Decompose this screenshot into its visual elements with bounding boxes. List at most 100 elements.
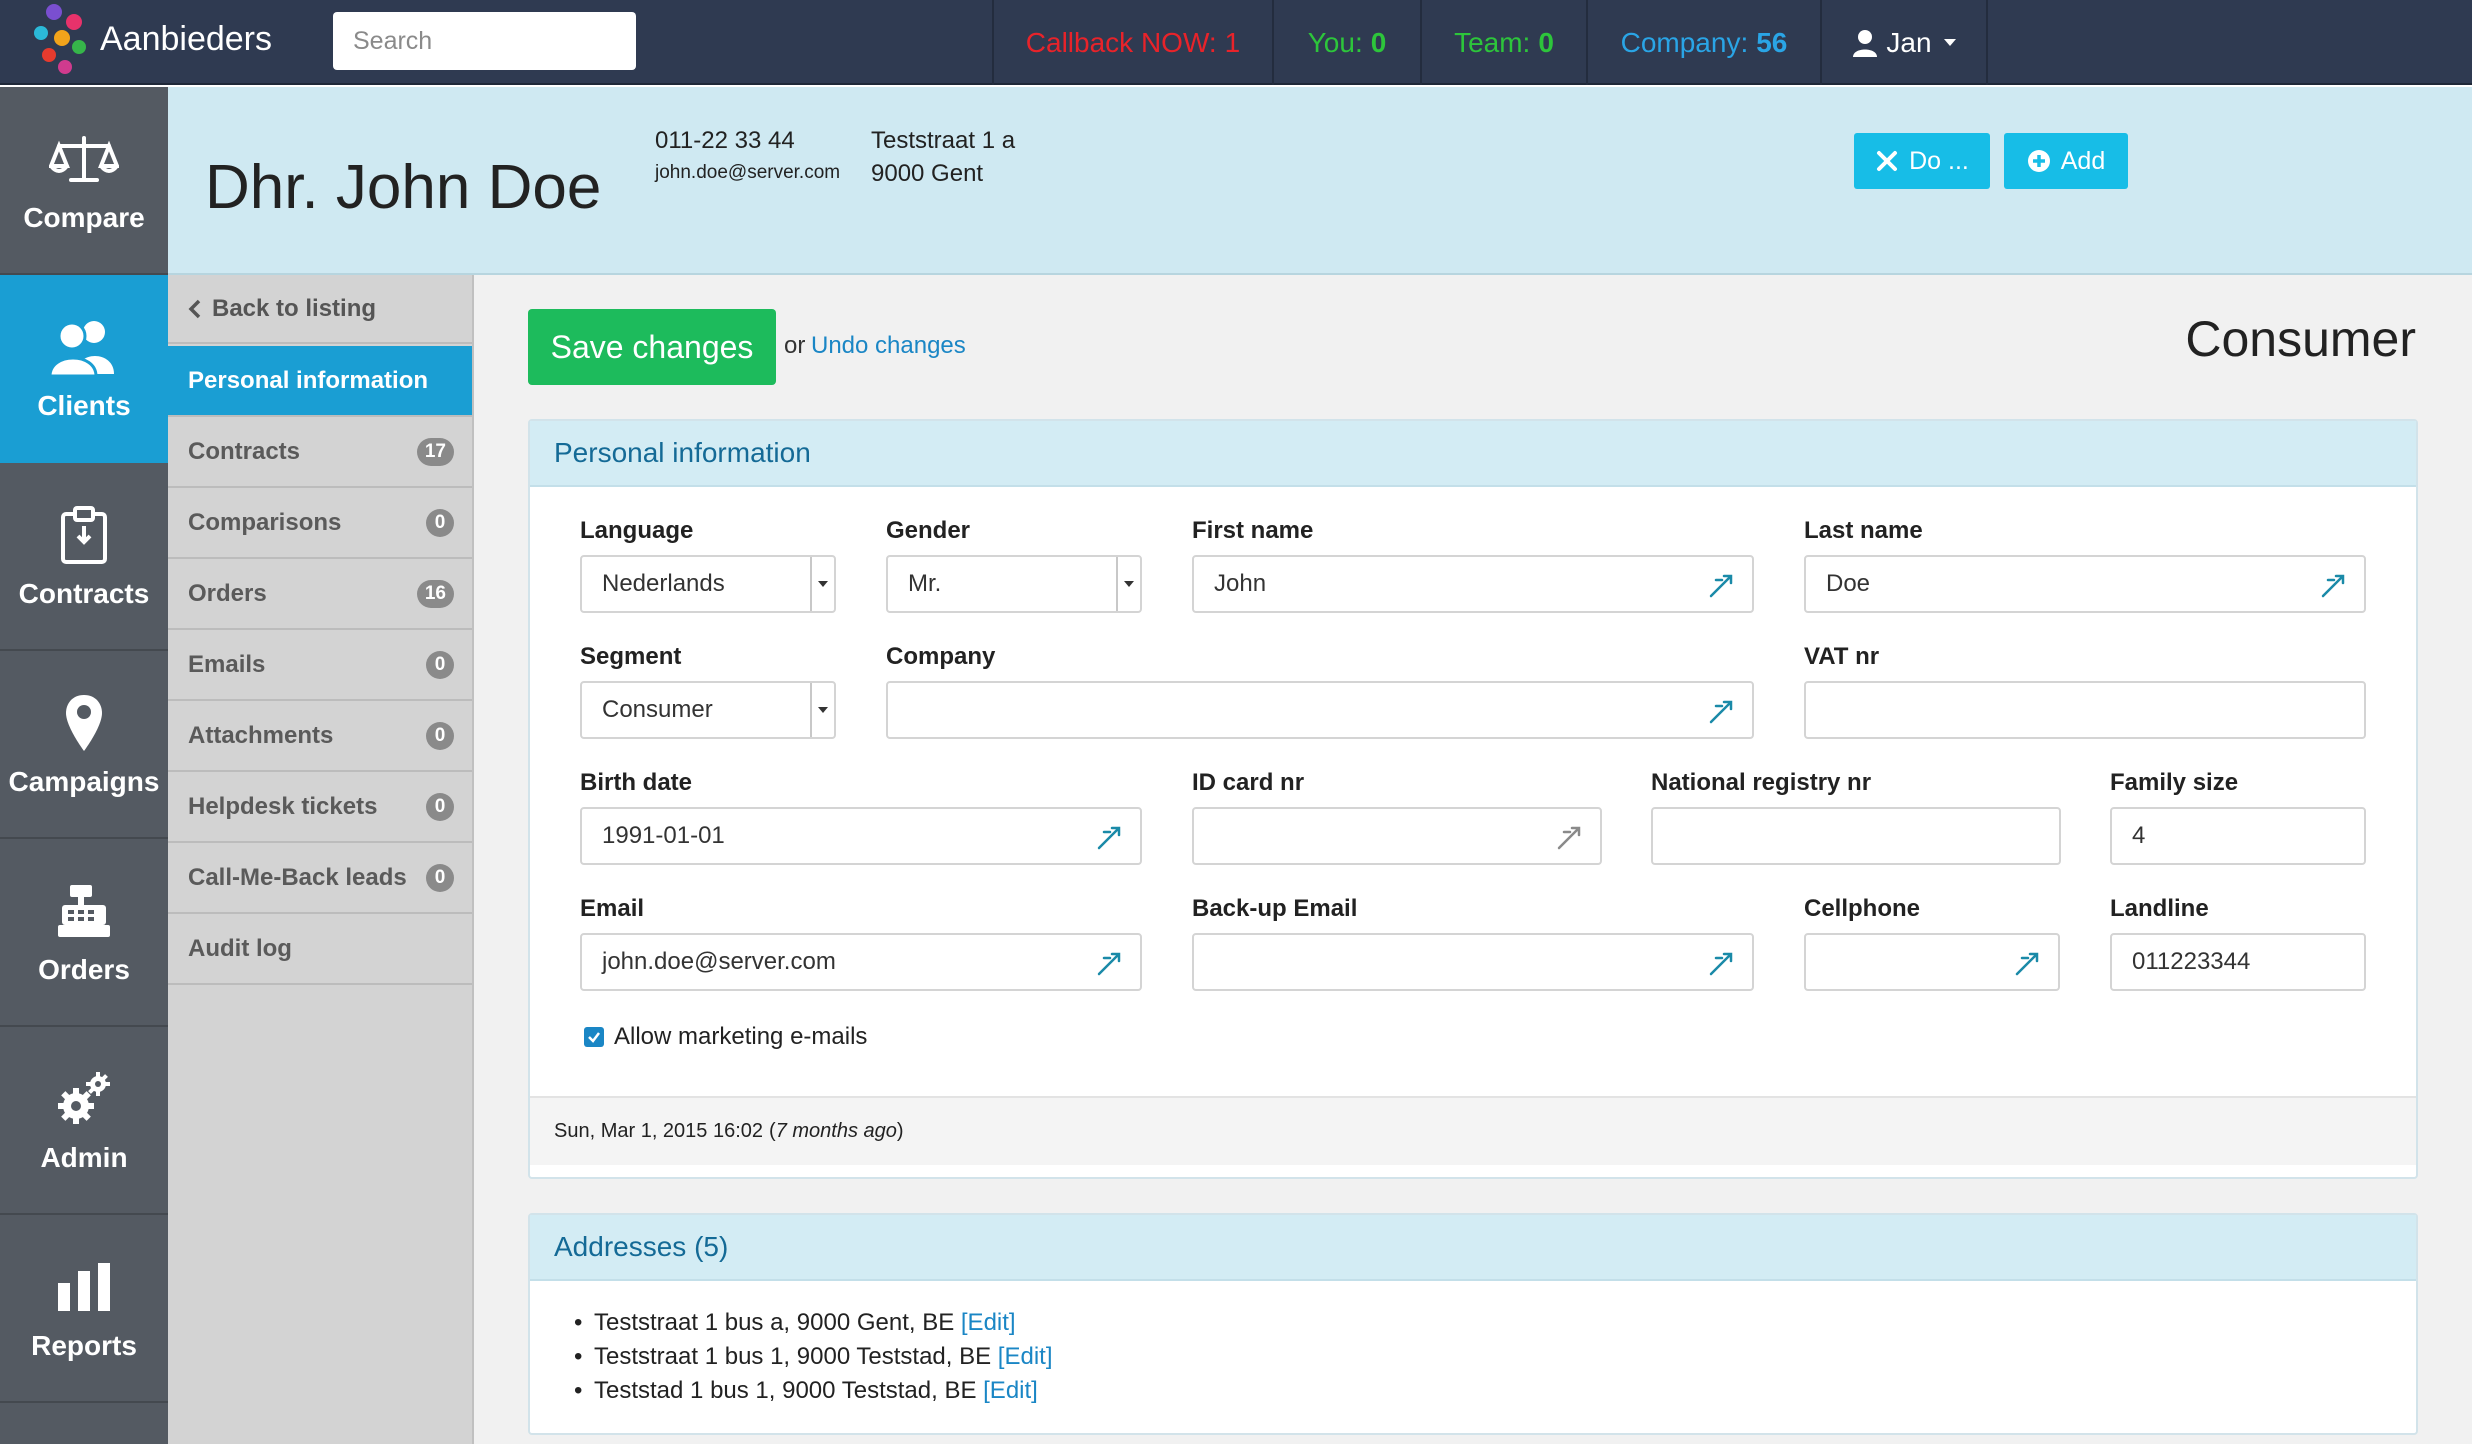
magic-wand-icon: [1709, 574, 1733, 598]
nav-compare-label: Compare: [23, 202, 145, 233]
add-button[interactable]: Add: [2004, 133, 2128, 189]
national-registry-label: National registry nr: [1651, 769, 1872, 796]
magic-wand-icon: [2015, 952, 2039, 976]
edit-address-link[interactable]: [Edit]: [983, 1377, 1038, 1404]
updated-relative: 7 months ago: [775, 1120, 897, 1142]
gender-select[interactable]: Mr.: [886, 555, 1142, 613]
personal-information-panel: Personal information Language Nederlands…: [528, 419, 2418, 1179]
user-menu[interactable]: Jan: [1820, 0, 1988, 85]
birth-date-field[interactable]: 1991-01-01: [580, 807, 1142, 865]
gears-icon: [46, 1066, 122, 1132]
subnav-audit-log[interactable]: Audit log: [168, 914, 472, 985]
allow-marketing-checkbox[interactable]: [584, 1027, 604, 1047]
id-card-field[interactable]: [1192, 807, 1602, 865]
address-text: Teststraat 1 bus 1, 9000 Teststad, BE: [594, 1343, 992, 1370]
landline-field[interactable]: 011223344: [2110, 933, 2366, 991]
updated-relative-paren: (7 months ago): [769, 1120, 904, 1142]
nav-campaigns[interactable]: Campaigns: [0, 651, 168, 839]
backup-email-field[interactable]: [1192, 933, 1754, 991]
cellphone-label: Cellphone: [1804, 895, 1921, 922]
id-card-label: ID card nr: [1192, 769, 1305, 796]
page-title: Consumer: [2185, 311, 2416, 367]
landline-label: Landline: [2110, 895, 2209, 922]
subnav-personal-information[interactable]: Personal information: [168, 346, 472, 417]
subnav-call-me-back-leads[interactable]: Call-Me-Back leads 0: [168, 843, 472, 914]
count-badge: 0: [426, 863, 454, 892]
email-label: Email: [580, 895, 645, 922]
client-subnav: Back to listing Personal information Con…: [168, 275, 474, 1444]
chevron-down-icon: [810, 683, 834, 737]
nav-clients-label: Clients: [37, 390, 131, 421]
chevron-down-icon: [1943, 39, 1956, 46]
search-input[interactable]: [333, 12, 636, 70]
panel-footer: Sun, Mar 1, 2015 16:02 (7 months ago): [530, 1096, 2416, 1165]
cash-register-icon: [46, 878, 122, 944]
magic-wand-icon: [1557, 826, 1581, 850]
plus-circle-icon: [2027, 150, 2050, 172]
save-changes-button[interactable]: Save changes: [528, 309, 776, 385]
family-size-field[interactable]: 4: [2110, 807, 2366, 865]
do-actions-button[interactable]: Do ...: [1854, 133, 1990, 189]
brand-name[interactable]: Aanbieders: [100, 20, 272, 59]
allow-marketing-label[interactable]: Allow marketing e-mails: [614, 1023, 867, 1051]
client-header: Dhr. John Doe 011-22 33 44 john.doe@serv…: [168, 87, 2472, 275]
national-registry-field[interactable]: [1651, 807, 2061, 865]
count-badge: 17: [416, 437, 454, 466]
nav-reports-label: Reports: [31, 1330, 137, 1361]
segment-select[interactable]: Consumer: [580, 681, 836, 739]
nav-contracts[interactable]: Contracts: [0, 463, 168, 651]
magic-wand-icon: [1709, 700, 1733, 724]
last-name-value: Doe: [1826, 570, 1871, 597]
address-item: Teststraat 1 bus 1, 9000 Teststad, BE [E…: [574, 1343, 1053, 1371]
company-field[interactable]: [886, 681, 1754, 739]
add-label: Add: [2060, 146, 2106, 175]
nav-orders[interactable]: Orders: [0, 839, 168, 1027]
subnav-orders[interactable]: Orders 16: [168, 559, 472, 630]
subnav-label: Comparisons: [188, 508, 342, 536]
clipboard-icon: [46, 502, 122, 568]
nav-reports[interactable]: Reports: [0, 1215, 168, 1403]
subnav-emails[interactable]: Emails 0: [168, 630, 472, 701]
nav-admin-label: Admin: [40, 1142, 128, 1173]
edit-address-link[interactable]: [Edit]: [998, 1343, 1053, 1370]
team-counter[interactable]: Team: 0: [1420, 0, 1586, 85]
segment-value: Consumer: [602, 696, 713, 723]
nav-admin[interactable]: Admin: [0, 1027, 168, 1215]
email-field[interactable]: john.doe@server.com: [580, 933, 1142, 991]
count-badge: 0: [426, 650, 454, 679]
vat-field[interactable]: [1804, 681, 2366, 739]
subnav-helpdesk-tickets[interactable]: Helpdesk tickets 0: [168, 772, 472, 843]
nav-compare[interactable]: Compare: [0, 87, 168, 275]
back-to-listing-link[interactable]: Back to listing: [168, 275, 472, 344]
client-street: Teststraat 1 a: [871, 127, 1016, 154]
last-name-field[interactable]: Doe: [1804, 555, 2366, 613]
subnav-contracts[interactable]: Contracts 17: [168, 417, 472, 488]
gender-value: Mr.: [908, 570, 942, 597]
language-select[interactable]: Nederlands: [580, 555, 836, 613]
nav-clients[interactable]: Clients: [0, 275, 168, 463]
bar-chart-icon: [46, 1254, 122, 1320]
client-city: 9000 Gent: [871, 160, 984, 187]
company-counter[interactable]: Company: 56: [1586, 0, 1820, 85]
family-size-label: Family size: [2110, 769, 2239, 796]
callback-now-counter[interactable]: Callback NOW: 1: [992, 0, 1272, 85]
subnav-comparisons[interactable]: Comparisons 0: [168, 488, 472, 559]
user-icon: [1853, 29, 1878, 57]
checkmark-icon: [588, 1032, 600, 1043]
main-nav: Compare Clients Contracts Campaigns Orde…: [0, 87, 168, 1444]
team-label: Team:: [1454, 26, 1531, 58]
edit-address-link[interactable]: [Edit]: [961, 1309, 1016, 1336]
vat-label: VAT nr: [1804, 643, 1880, 670]
addresses-panel: Addresses (5) Teststraat 1 bus a, 9000 G…: [528, 1213, 2418, 1435]
subnav-attachments[interactable]: Attachments 0: [168, 701, 472, 772]
chevron-left-icon: [188, 299, 201, 318]
team-value: 0: [1538, 26, 1554, 58]
subnav-label: Helpdesk tickets: [188, 792, 378, 820]
you-counter[interactable]: You: 0: [1272, 0, 1420, 85]
first-name-field[interactable]: John: [1192, 555, 1754, 613]
birth-date-value: 1991-01-01: [602, 822, 725, 849]
cellphone-field[interactable]: [1804, 933, 2060, 991]
backup-email-label: Back-up Email: [1192, 895, 1358, 922]
undo-changes-link[interactable]: Undo changes: [811, 332, 966, 360]
user-name: Jan: [1886, 26, 1932, 58]
